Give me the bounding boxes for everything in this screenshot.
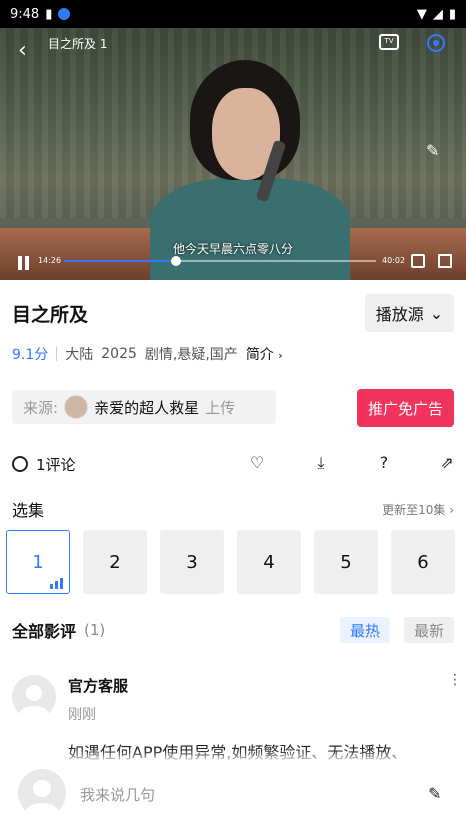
uploader-prefix: 来源: [23, 398, 59, 417]
chevron-down-icon: ⌄ [429, 303, 444, 323]
status-bar: 9:48 ▮ ▼ ◢ ▮ [0, 0, 466, 28]
episode-number: 3 [186, 551, 198, 573]
show-header: 目之所及 播放源 ⌄ [12, 294, 454, 332]
review-author[interactable]: 官方客服 [68, 675, 128, 696]
reviews-header: 全部影评 (1) 最热 最新 [12, 617, 454, 643]
help-icon[interactable]: ? [375, 454, 393, 472]
current-time: 14:26 [38, 256, 62, 265]
battery-icon: ▮ [448, 6, 456, 22]
intro-label: 简介 [245, 347, 274, 363]
settings-icon[interactable] [427, 34, 445, 52]
comment-input-bar: 我来说几句 ✎ [0, 760, 466, 828]
uploader-name: 亲爱的超人救星 [94, 398, 200, 417]
episode-button[interactable]: 5 [314, 530, 378, 594]
action-bar: 1评论 ♡ ⤓ ? ⇗ [12, 452, 454, 476]
uploader-info[interactable]: 来源: 亲爱的超人救星 上传 [12, 390, 276, 424]
episode-number: 5 [340, 551, 352, 573]
more-options-icon[interactable]: ⋮ [448, 673, 462, 687]
play-source-label: 播放源 [375, 305, 424, 324]
comment-button[interactable]: 1评论 [12, 454, 76, 475]
episode-number: 6 [417, 551, 429, 573]
app-notification-icon [58, 8, 71, 20]
reviews-label: 全部影评 [12, 622, 77, 641]
episode-number: 1 [32, 551, 44, 573]
chevron-right-icon: › [449, 502, 454, 517]
episode-list: 1 2 3 4 5 6 [6, 530, 460, 594]
play-source-button[interactable]: 播放源 ⌄ [365, 294, 454, 332]
intro-link[interactable]: 简介 › [246, 344, 283, 364]
comment-count: 1评论 [36, 455, 76, 474]
episodes-update-label: 更新至10集 [382, 502, 446, 517]
sort-hot-tab[interactable]: 最热 [340, 617, 390, 643]
back-icon[interactable]: ‹ [18, 40, 40, 62]
episode-button[interactable]: 1 [6, 530, 70, 594]
meta-divider [56, 347, 58, 361]
video-player[interactable]: ‹ 目之所及 1 TV ✎ 他今天早晨六点零八分 14:26 40:02 [0, 28, 466, 280]
download-icon[interactable]: ⤓ [312, 454, 330, 472]
signal-icon: ◢ [432, 6, 443, 22]
review-time: 刚刚 [68, 707, 96, 723]
show-score: 9.1分 [12, 347, 49, 363]
pause-button[interactable] [17, 256, 31, 270]
comment-icon [12, 456, 28, 472]
share-icon[interactable]: ⇗ [438, 454, 456, 472]
episode-number: 4 [263, 551, 275, 573]
show-meta: 9.1分 大陆 2025 剧情,悬疑,国产 简介 › [12, 344, 283, 364]
episodes-label: 选集 [12, 501, 45, 520]
wifi-icon: ▼ [416, 6, 427, 22]
show-region: 大陆 [65, 347, 94, 363]
video-title: 目之所及 1 [48, 37, 108, 51]
promote-ad-free-button[interactable]: 推广免广告 [357, 389, 454, 427]
reviews-count: (1) [84, 621, 106, 639]
avatar [18, 769, 66, 817]
episode-button[interactable]: 4 [237, 530, 301, 594]
favorite-add-icon[interactable]: ♡ [248, 454, 266, 472]
episode-button[interactable]: 3 [160, 530, 224, 594]
edit-icon[interactable]: ✎ [426, 141, 439, 160]
show-year: 2025 [101, 346, 137, 362]
uploader-suffix: 上传 [205, 398, 236, 417]
now-playing-icon [50, 578, 63, 589]
chevron-right-icon: › [278, 349, 283, 362]
sim-icon: ▮ [45, 6, 53, 22]
uploader-avatar [64, 395, 89, 419]
sort-new-tab[interactable]: 最新 [404, 617, 454, 643]
cast-tv-icon[interactable]: TV [379, 34, 399, 50]
show-title: 目之所及 [12, 303, 89, 326]
avatar[interactable] [12, 675, 56, 719]
seek-progress [64, 260, 177, 262]
episode-number: 2 [109, 551, 121, 573]
seek-bar[interactable] [64, 256, 376, 266]
episode-button[interactable]: 2 [83, 530, 147, 594]
episodes-header: 选集 更新至10集 › [12, 497, 454, 521]
video-subtitle: 他今天早晨六点零八分 [172, 242, 293, 256]
episode-button[interactable]: 6 [391, 530, 455, 594]
comment-input[interactable]: 我来说几句 [80, 784, 155, 805]
episodes-update-link[interactable]: 更新至10集 › [382, 501, 454, 518]
duration: 40:02 [382, 256, 406, 265]
show-genres: 剧情,悬疑,国产 [144, 347, 238, 363]
edit-icon[interactable]: ✎ [428, 784, 441, 803]
status-time: 9:48 [10, 6, 40, 22]
fullscreen-icon[interactable] [438, 254, 452, 268]
video-frame-figure-body [150, 178, 350, 280]
picture-in-picture-icon[interactable] [411, 254, 425, 268]
